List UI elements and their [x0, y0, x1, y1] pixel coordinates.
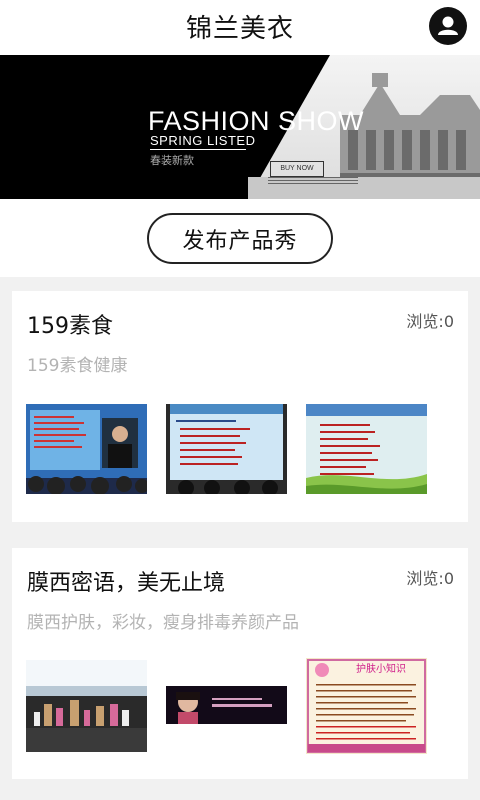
banner-chinese-caption: 春装新款 — [150, 154, 194, 167]
post-image[interactable]: 护肤小知识 — [306, 658, 427, 754]
publish-product-show-button[interactable]: 发布产品秀 — [147, 213, 333, 264]
user-icon[interactable] — [429, 7, 467, 45]
app-header: 锦兰美衣 — [0, 0, 480, 55]
view-count: 浏览:0 — [406, 569, 454, 588]
view-count: 浏览:0 — [406, 312, 454, 331]
post-description: 159素食健康 — [27, 356, 128, 376]
banner-fineprint — [268, 177, 358, 187]
post-title: 159素食 — [27, 314, 113, 339]
post-card[interactable]: 膜西密语，美无止境 浏览:0 膜西护肤，彩妆，瘦身排毒养颜产品 护肤小知识 — [12, 548, 468, 779]
post-card[interactable]: 159素食 浏览:0 159素食健康 — [12, 291, 468, 522]
post-image[interactable] — [26, 660, 147, 752]
banner-subline: SPRING LISTED — [150, 133, 256, 148]
post-image[interactable] — [26, 404, 147, 494]
buy-now-button[interactable]: BUY NOW — [270, 161, 324, 177]
post-image[interactable] — [306, 404, 427, 494]
post-title: 膜西密语，美无止境 — [27, 571, 226, 596]
banner-divider — [150, 149, 246, 150]
post-image[interactable] — [166, 404, 287, 494]
page-title: 锦兰美衣 — [185, 14, 294, 44]
post-image[interactable] — [166, 686, 287, 724]
publish-section: 发布产品秀 — [0, 199, 480, 277]
thumb-caption: 护肤小知识 — [356, 662, 406, 675]
promo-banner[interactable]: FASHION SHOW SPRING LISTED 春装新款 BUY NOW — [0, 55, 480, 199]
post-description: 膜西护肤，彩妆，瘦身排毒养颜产品 — [27, 613, 299, 633]
